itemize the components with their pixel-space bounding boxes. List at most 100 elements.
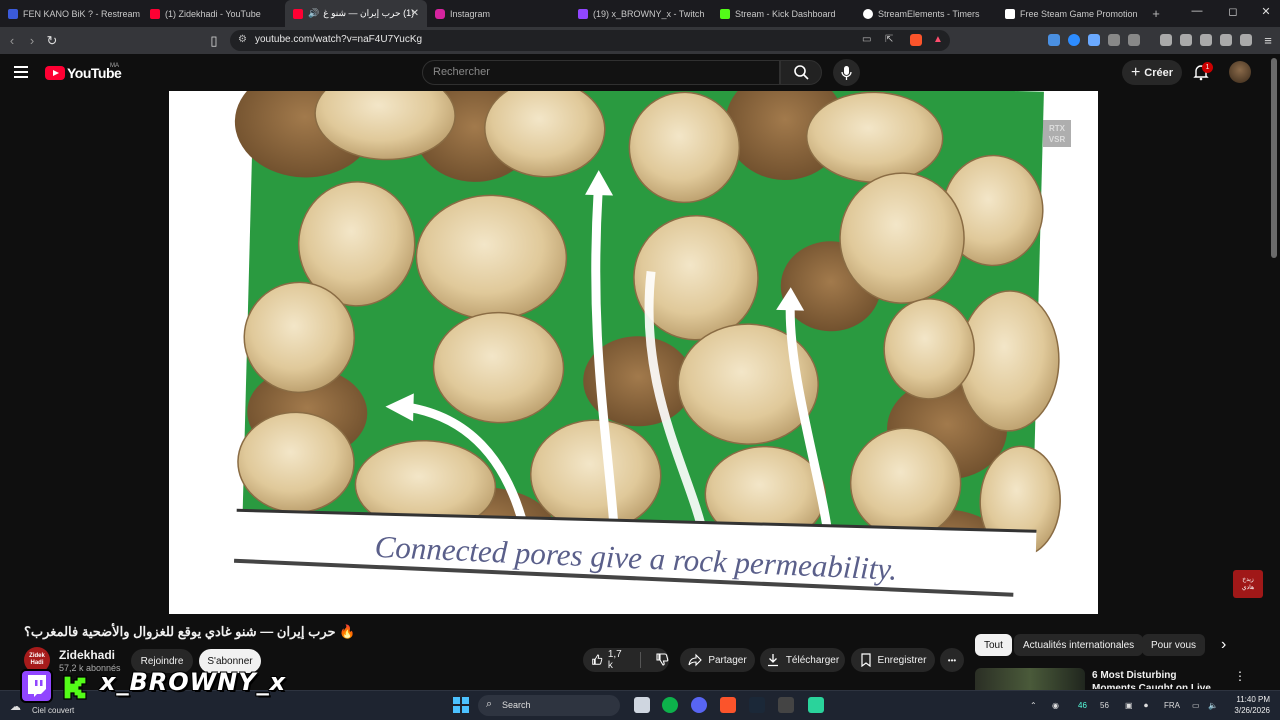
tab-streamelements[interactable]: StreamElements - Timers xyxy=(855,0,997,27)
menu-icon[interactable]: ≡ xyxy=(1260,33,1276,48)
tab-instagram[interactable]: Instagram xyxy=(427,0,570,27)
notification-count-badge: 1 xyxy=(1202,62,1213,73)
microphone-tray-icon[interactable]: ⏺ xyxy=(1144,701,1148,711)
screenshot-icon[interactable] xyxy=(1128,34,1140,46)
app-icon[interactable] xyxy=(662,697,678,713)
media-icon[interactable] xyxy=(1160,34,1172,46)
vpn-icon[interactable] xyxy=(1240,34,1252,46)
tab-title: Instagram xyxy=(450,8,491,19)
chip-all[interactable]: Tout xyxy=(975,634,1012,656)
chevron-right-icon[interactable]: › xyxy=(1221,636,1226,654)
volume-icon[interactable]: 🔈 xyxy=(1208,701,1218,710)
like-dislike-group: 1,7 k xyxy=(583,648,669,672)
share-icon[interactable]: ⇱ xyxy=(885,34,893,45)
tab-kick[interactable]: Stream - Kick Dashboard xyxy=(712,0,855,27)
speaker-icon: 🔊 xyxy=(308,8,320,18)
app-icon[interactable] xyxy=(808,697,824,713)
leo-ai-icon[interactable] xyxy=(1220,34,1232,46)
thumbs-up-icon xyxy=(592,654,603,665)
download-label: Télécharger xyxy=(785,654,840,666)
more-actions-button[interactable]: ••• xyxy=(940,648,964,672)
close-tab-icon[interactable]: ✕ xyxy=(411,8,419,19)
channel-name[interactable]: Zidekhadi xyxy=(59,648,115,662)
brave-shields-icon[interactable] xyxy=(910,34,922,46)
recommended-menu-icon[interactable]: ⋮ xyxy=(1234,669,1246,683)
tray-app-icon[interactable]: ▣ xyxy=(1125,701,1133,710)
country-code: MA xyxy=(110,63,119,69)
system-clock[interactable]: 11:40 PM 3/26/2026 xyxy=(1226,694,1270,716)
brave-rewards-icon[interactable]: ▲ xyxy=(933,34,943,45)
channel-watermark[interactable]: زيدخ هادي xyxy=(1233,570,1263,598)
forward-icon[interactable]: › xyxy=(24,33,40,48)
tab-youtube-video[interactable]: 🔊 (1) حرب إيران — شنو غ ✕ xyxy=(285,0,427,27)
tray-value: 56 xyxy=(1100,701,1109,710)
bookmark-icon[interactable]: ▯ xyxy=(206,33,222,49)
search-icon xyxy=(794,65,809,80)
page-scrollbar[interactable] xyxy=(1271,58,1277,258)
account-avatar[interactable] xyxy=(1229,61,1251,83)
reload-icon[interactable]: ↻ xyxy=(44,33,60,49)
url-field[interactable]: ⚙ youtube.com/watch?v=naF4U7YucKg ▭ ⇱ ▲ xyxy=(230,30,950,51)
sidebar-icon[interactable] xyxy=(1180,34,1192,46)
tab-steam-promotions[interactable]: Free Steam Game Promotions xyxy=(997,0,1137,27)
voice-search-button[interactable] xyxy=(833,59,860,86)
share-button[interactable]: Partager xyxy=(680,648,755,672)
youtube-logo-icon[interactable] xyxy=(45,66,65,80)
youtube-header: YouTube MA + Créer 1 xyxy=(0,54,1280,91)
tab-title: FEN KANO BiK ? - Restream xyxy=(23,8,141,19)
back-icon[interactable]: ‹ xyxy=(4,33,20,48)
cast-icon[interactable]: ▭ xyxy=(862,34,871,45)
search-input[interactable] xyxy=(433,66,763,78)
rtx-vsr-badge: RTX VSR xyxy=(1043,120,1071,147)
network-icon[interactable]: ▭ xyxy=(1192,701,1200,710)
video-frame-illustration: Connected pores give a rock permeability… xyxy=(169,91,1098,614)
tab-title: (1) حرب إيران — شنو غ xyxy=(323,8,415,18)
video-player[interactable]: Connected pores give a rock permeability… xyxy=(169,91,1098,614)
recommended-title[interactable]: 6 Most Disturbing Moments Caught on Live… xyxy=(1092,669,1222,689)
wallet-icon[interactable] xyxy=(1200,34,1212,46)
kick-overlay-logo xyxy=(62,674,88,700)
extension-icon[interactable] xyxy=(1068,34,1080,46)
thumbs-down-icon xyxy=(656,652,669,666)
like-button[interactable]: 1,7 k xyxy=(591,649,626,671)
close-window-icon[interactable]: ✕ xyxy=(1257,5,1275,18)
extension-icon[interactable] xyxy=(1048,34,1060,46)
minimize-icon[interactable]: — xyxy=(1188,5,1206,17)
video-title: 🔥 حرب إيران — شنو غادي يوقع للغزوال والأ… xyxy=(24,624,356,639)
tray-chevron-icon[interactable]: ⌃ xyxy=(1030,701,1037,710)
maximize-icon[interactable]: ◻ xyxy=(1224,5,1242,18)
tab-bar: FEN KANO BiK ? - Restream (1) Zidekhadi … xyxy=(0,0,1280,27)
tab-youtube-channel[interactable]: (1) Zidekhadi - YouTube xyxy=(142,0,285,27)
dislike-button[interactable] xyxy=(655,652,669,669)
create-button[interactable]: + Créer xyxy=(1122,60,1182,85)
rtx-label: RTX xyxy=(1049,124,1065,133)
hamburger-menu-icon[interactable] xyxy=(14,66,28,78)
translate-icon[interactable] xyxy=(1088,34,1100,46)
tab-title: Stream - Kick Dashboard xyxy=(735,8,836,19)
brave-browser-icon[interactable] xyxy=(720,697,736,713)
search-button[interactable] xyxy=(780,60,822,85)
extensions-puzzle-icon[interactable] xyxy=(1108,34,1120,46)
steam-icon[interactable] xyxy=(749,697,765,713)
steam-promo-icon xyxy=(1005,8,1015,19)
tab-twitch[interactable]: (19) x_BROWNY_x - Twitch xyxy=(570,0,712,27)
chip-international-news[interactable]: Actualités internationales xyxy=(1014,634,1144,656)
plus-icon: + xyxy=(1130,63,1141,81)
new-tab-button[interactable]: + xyxy=(1145,6,1167,21)
save-button[interactable]: Enregistrer xyxy=(851,648,935,672)
discord-icon[interactable] xyxy=(691,697,707,713)
clock-time: 11:40 PM xyxy=(1236,695,1270,704)
chip-label: Pour vous xyxy=(1151,639,1197,651)
tray-app-icon[interactable]: ◉ xyxy=(1052,701,1059,710)
download-button[interactable]: Télécharger xyxy=(760,648,845,672)
start-menu-icon[interactable] xyxy=(453,697,469,713)
join-label: Rejoindre xyxy=(140,655,184,667)
subscribe-label: S'abonner xyxy=(207,655,253,667)
language-indicator[interactable]: FRA xyxy=(1164,701,1180,710)
site-info-icon[interactable]: ⚙ xyxy=(238,34,247,45)
taskbar-search[interactable]: ⌕ Search xyxy=(478,695,620,716)
epic-games-icon[interactable] xyxy=(778,697,794,713)
task-view-icon[interactable] xyxy=(634,697,650,713)
chip-for-you[interactable]: Pour vous xyxy=(1142,634,1206,656)
tab-restream[interactable]: FEN KANO BiK ? - Restream xyxy=(0,0,142,27)
